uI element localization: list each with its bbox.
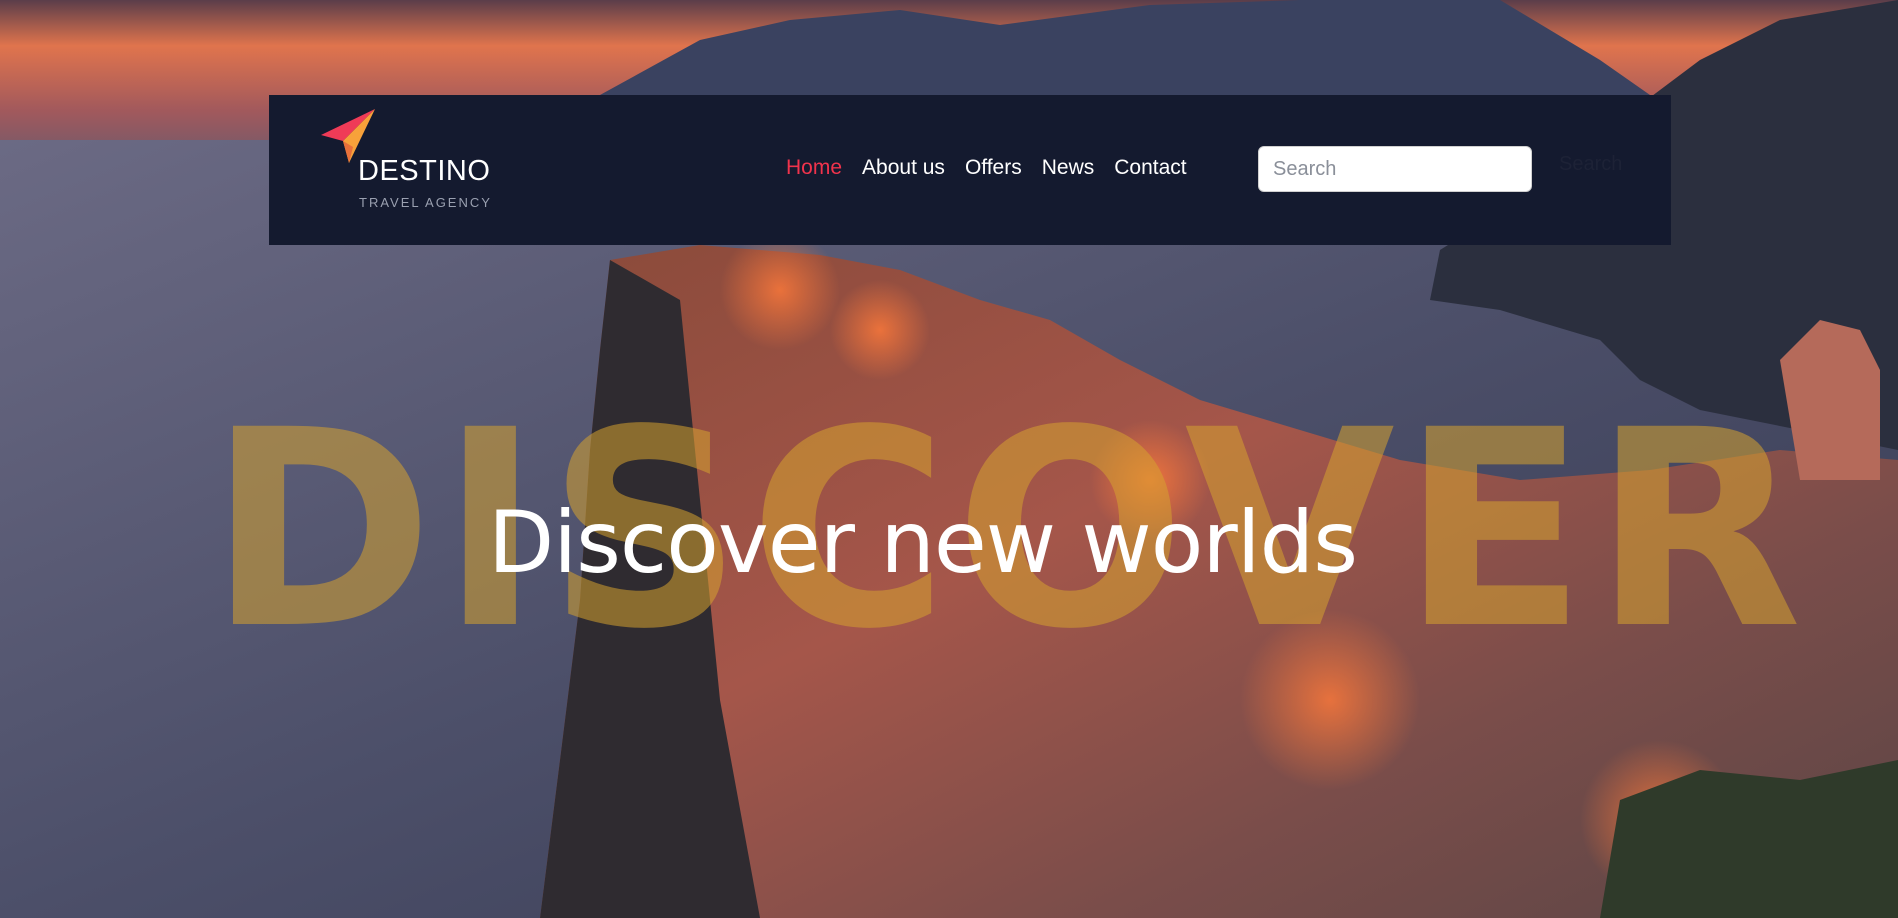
nav-item-home[interactable]: Home: [786, 156, 842, 180]
nav-item-contact[interactable]: Contact: [1114, 156, 1186, 180]
hero-headline: Discover new worlds: [488, 493, 1358, 593]
hero-section: DISCOVER DESTINO TRAVEL AGENCY Home Abou…: [0, 0, 1898, 918]
search-button[interactable]: Search: [1559, 153, 1622, 176]
main-navigation: Home About us Offers News Contact: [786, 156, 1207, 180]
nav-item-offers[interactable]: Offers: [965, 156, 1022, 180]
brand-tagline: TRAVEL AGENCY: [359, 195, 492, 210]
navbar: DESTINO TRAVEL AGENCY Home About us Offe…: [269, 95, 1671, 245]
logo[interactable]: DESTINO TRAVEL AGENCY: [319, 107, 519, 210]
nav-item-news[interactable]: News: [1042, 156, 1095, 180]
search-input[interactable]: [1258, 146, 1532, 192]
nav-item-about-us[interactable]: About us: [862, 156, 945, 180]
brand-name: DESTINO: [358, 155, 491, 187]
